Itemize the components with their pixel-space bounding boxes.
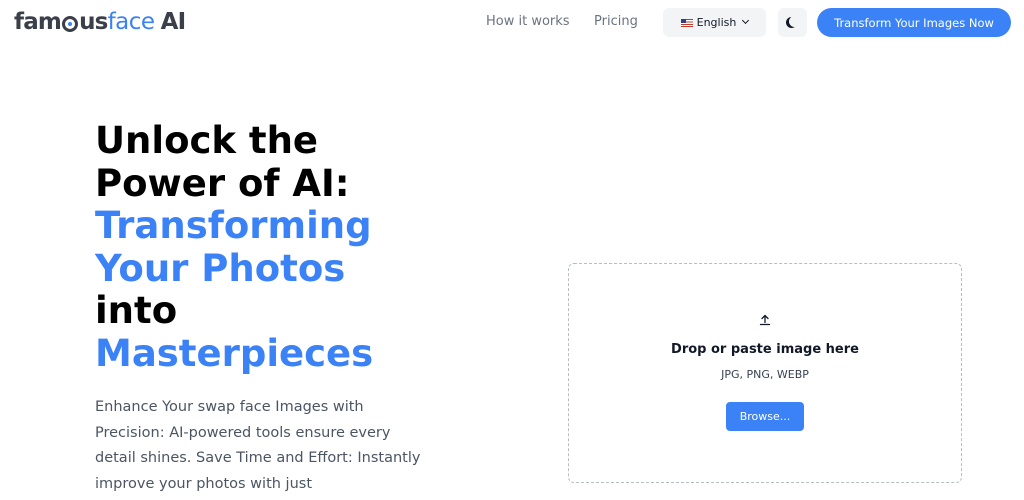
logo[interactable]: fam us face AI	[14, 8, 187, 36]
us-flag-icon	[680, 18, 693, 27]
hero-title-line: Power of AI:	[95, 161, 350, 205]
hero-title-line: Unlock the	[95, 119, 319, 162]
dropzone-formats: JPG, PNG, WEBP	[721, 368, 809, 381]
logo-text-us: us	[79, 9, 108, 35]
nav-how-it-works[interactable]: How it works	[486, 14, 570, 29]
upload-arrow-icon	[569, 314, 961, 326]
transform-images-button[interactable]: Transform Your Images Now	[817, 8, 1011, 37]
language-selector[interactable]: English	[663, 8, 766, 37]
nav-pricing[interactable]: Pricing	[594, 14, 638, 29]
hero-title-highlight: Transforming	[95, 204, 372, 247]
logo-text-ai: AI	[160, 9, 187, 35]
theme-toggle-button[interactable]	[778, 8, 807, 37]
hero-description: Enhance Your swap face Images with Preci…	[95, 399, 421, 492]
hero-title-line: into	[95, 289, 178, 332]
logo-text-famous: fam	[14, 9, 62, 35]
language-label: English	[696, 16, 737, 29]
hero-title-highlight: Your Photos	[95, 246, 346, 290]
site-header: fam us face AI How it works Pricing English…	[0, 0, 1024, 44]
logo-text-face: face	[107, 9, 156, 35]
hero-title: Unlock the Power of AI: Transforming You…	[95, 119, 435, 375]
image-dropzone[interactable]: Drop or paste image here JPG, PNG, WEBP …	[568, 263, 962, 483]
hero-title-highlight: Masterpieces	[95, 331, 374, 375]
browse-button[interactable]: Browse...	[726, 402, 804, 431]
moon-icon	[789, 16, 800, 27]
logo-eye-icon	[62, 16, 79, 32]
dropzone-title: Drop or paste image here	[671, 342, 859, 357]
chevron-down-icon	[742, 16, 750, 25]
